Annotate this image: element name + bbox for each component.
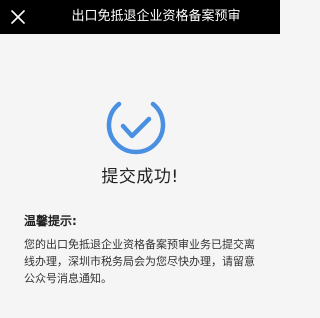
top-bar: 出口免抵退企业资格备案预审 [0,0,280,34]
page-title: 出口免抵退企业资格备案预审 [71,9,241,24]
success-check-icon [104,94,168,158]
close-icon [11,10,25,24]
success-status-text: 提交成功! [101,167,179,187]
tips-heading: 温馨提示: [24,214,77,228]
tips-message: 您的出口免抵退企业资格备案预审业务已提交离线办理，深圳市税务局会为您尽快办理，请… [24,238,255,285]
close-button[interactable] [0,0,36,34]
